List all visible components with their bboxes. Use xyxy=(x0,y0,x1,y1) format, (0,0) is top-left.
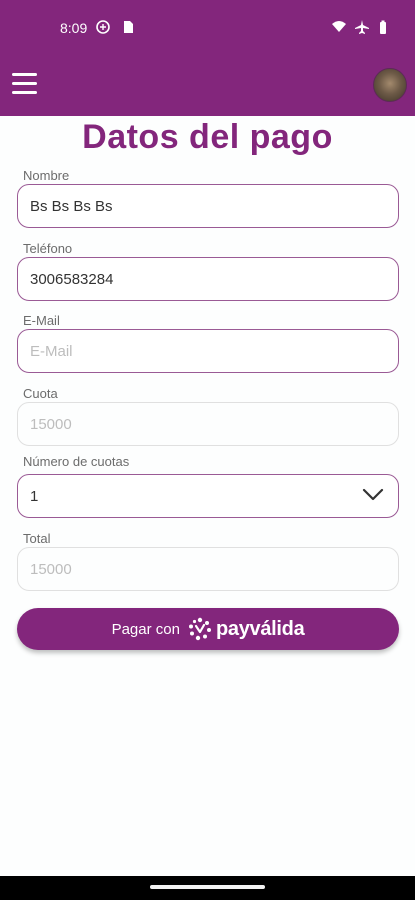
cuota-label: Cuota xyxy=(23,386,58,401)
chevron-down-icon[interactable] xyxy=(362,487,384,503)
hamburger-menu-icon[interactable] xyxy=(12,73,40,97)
cuota-input xyxy=(30,415,386,433)
email-label: E-Mail xyxy=(23,313,60,328)
total-input xyxy=(30,560,386,578)
wifi-icon xyxy=(332,21,346,32)
cuota-field xyxy=(17,402,399,446)
nombre-field[interactable] xyxy=(17,184,399,228)
pay-button[interactable]: Pagar con payválida xyxy=(17,608,399,650)
numero-cuotas-select[interactable]: 1 xyxy=(17,474,399,518)
email-input[interactable] xyxy=(30,342,386,360)
status-bar: 8:09 xyxy=(0,0,415,56)
numero-cuotas-selected: 1 xyxy=(30,487,39,505)
page-title: Datos del pago xyxy=(82,118,333,156)
battery-icon xyxy=(380,20,386,34)
email-field[interactable] xyxy=(17,329,399,373)
airplane-icon xyxy=(355,20,369,34)
app-bar xyxy=(0,56,415,116)
game-controller-icon xyxy=(96,20,110,34)
payvalida-logo: payválida xyxy=(188,617,305,641)
payment-screen: 8:09 Datos del pago Nombre Teléfono xyxy=(0,0,415,900)
total-field xyxy=(17,547,399,591)
telefono-field[interactable] xyxy=(17,257,399,301)
pay-button-label: Pagar con xyxy=(111,620,180,638)
nombre-label: Nombre xyxy=(23,168,70,183)
numero-cuotas-label: Número de cuotas xyxy=(23,454,130,469)
nombre-input[interactable] xyxy=(30,197,386,215)
home-gesture-handle[interactable] xyxy=(150,885,265,889)
total-label: Total xyxy=(23,531,51,546)
telefono-label: Teléfono xyxy=(23,241,73,256)
sim-card-icon xyxy=(124,21,133,33)
payvalida-logo-icon xyxy=(188,617,211,641)
system-nav-bar xyxy=(0,876,415,900)
pay-brand: payválida xyxy=(215,617,305,640)
status-time: 8:09 xyxy=(60,20,88,36)
telefono-input[interactable] xyxy=(30,270,386,288)
user-avatar[interactable] xyxy=(373,68,407,102)
